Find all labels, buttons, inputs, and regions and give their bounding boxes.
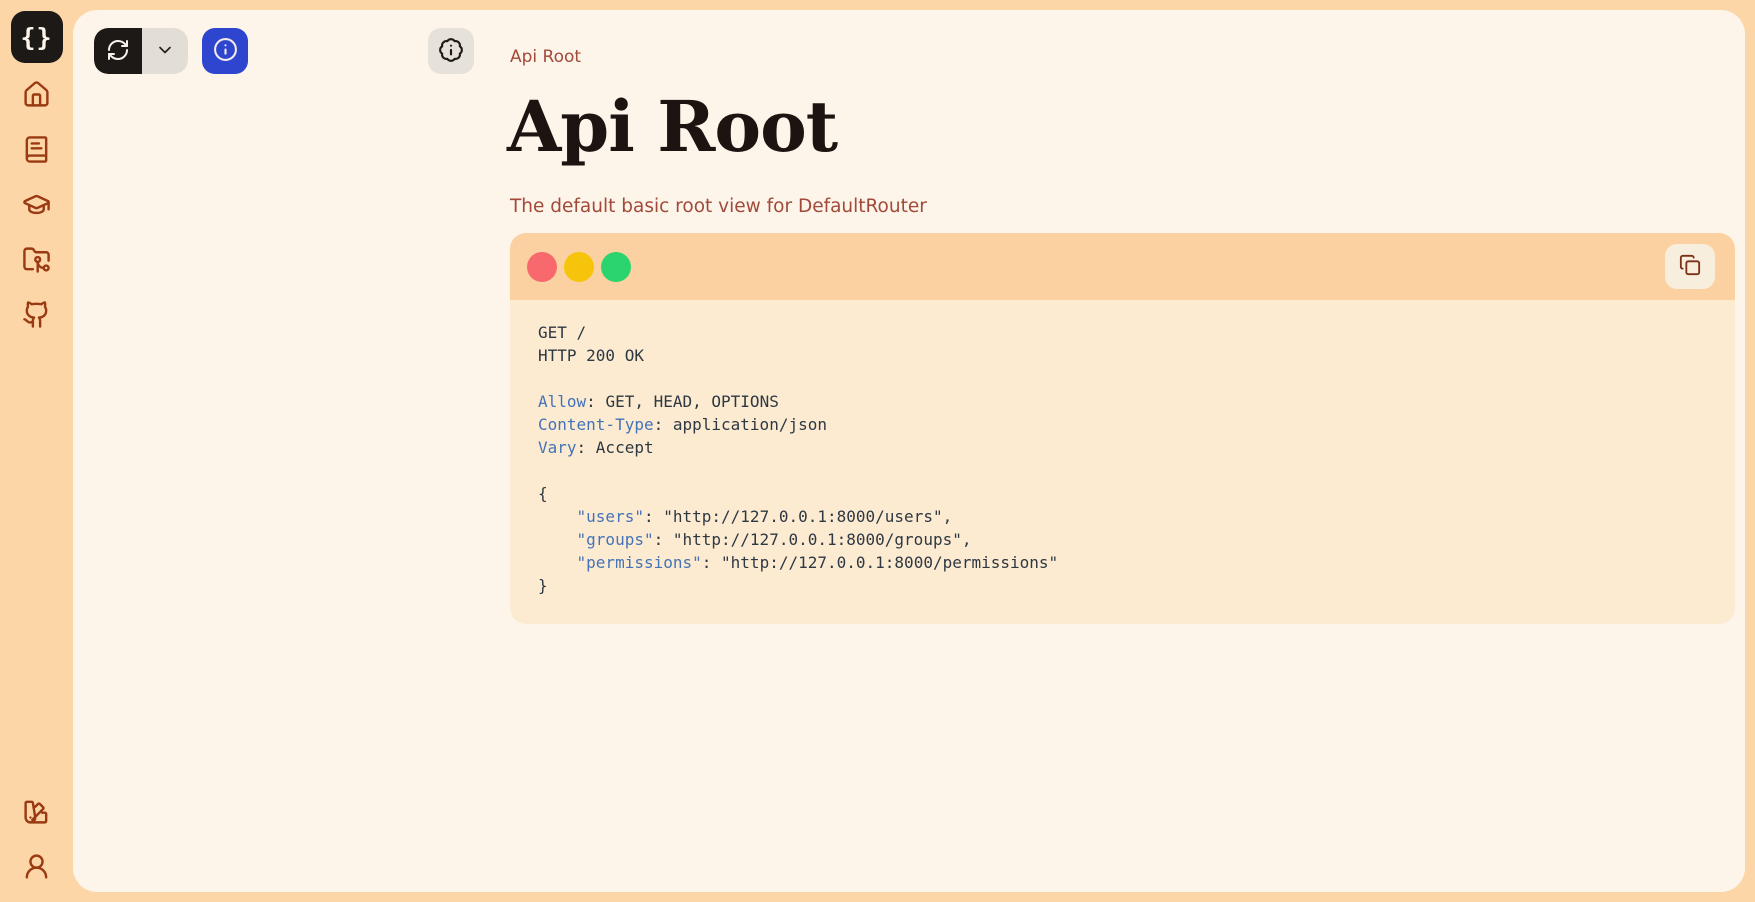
code-line: } <box>538 574 1707 597</box>
sidebar-footer <box>22 798 52 883</box>
breadcrumb[interactable]: Api Root <box>510 47 581 67</box>
code-line: Allow: GET, HEAD, OPTIONS <box>538 390 1707 413</box>
sidebar-nav <box>22 81 52 331</box>
traffic-light-red-icon <box>527 252 557 282</box>
main-panel: Api Root Api Root The default basic root… <box>73 10 1745 892</box>
code-line: "users": "http://127.0.0.1:8000/users", <box>538 505 1707 528</box>
swatch-book-icon <box>22 797 51 830</box>
refresh-icon <box>106 38 130 65</box>
refresh-dropdown-button[interactable] <box>142 28 188 74</box>
page-title: Api Root <box>507 88 837 165</box>
book-text-icon <box>22 135 51 168</box>
code-line: Vary: Accept <box>538 436 1707 459</box>
code-line: "permissions": "http://127.0.0.1:8000/pe… <box>538 551 1707 574</box>
sidebar-item-docs[interactable] <box>22 136 52 166</box>
code-line: Content-Type: application/json <box>538 413 1707 436</box>
terminal-header <box>510 233 1735 300</box>
github-icon <box>22 300 51 333</box>
view-description-button[interactable] <box>428 28 474 74</box>
folder-git-icon <box>22 245 51 278</box>
graduation-cap-icon <box>22 190 51 223</box>
sidebar-item-github[interactable] <box>22 301 52 331</box>
page-subtitle: The default basic root view for DefaultR… <box>510 196 927 217</box>
app-logo-braces: {} <box>20 23 52 52</box>
house-icon <box>22 80 51 113</box>
code-line: GET / <box>538 321 1707 344</box>
sidebar-item-account[interactable] <box>22 853 52 883</box>
sidebar-item-theme[interactable] <box>22 798 52 828</box>
info-button[interactable] <box>202 28 248 74</box>
app-logo[interactable]: {} <box>11 11 63 63</box>
code-line: HTTP 200 OK <box>538 344 1707 367</box>
copy-icon <box>1679 254 1701 279</box>
terminal-code: GET /HTTP 200 OK Allow: GET, HEAD, OPTIO… <box>538 321 1707 597</box>
info-circle-icon <box>213 37 238 65</box>
copy-button[interactable] <box>1665 244 1715 289</box>
code-line: "groups": "http://127.0.0.1:8000/groups"… <box>538 528 1707 551</box>
response-terminal: GET /HTTP 200 OK Allow: GET, HEAD, OPTIO… <box>510 233 1735 624</box>
sidebar-item-repository[interactable] <box>22 246 52 276</box>
code-line <box>538 367 1707 390</box>
user-icon <box>22 852 51 885</box>
traffic-light-yellow-icon <box>564 252 594 282</box>
code-line <box>538 459 1707 482</box>
sidebar: {} <box>0 0 73 902</box>
terminal-body: GET /HTTP 200 OK Allow: GET, HEAD, OPTIO… <box>510 300 1735 624</box>
sidebar-item-home[interactable] <box>22 81 52 111</box>
badge-info-icon <box>438 37 464 66</box>
code-line: { <box>538 482 1707 505</box>
sidebar-item-learn[interactable] <box>22 191 52 221</box>
traffic-light-green-icon <box>601 252 631 282</box>
refresh-split-button <box>94 28 188 74</box>
refresh-button[interactable] <box>94 28 142 74</box>
chevron-down-icon <box>155 40 175 63</box>
